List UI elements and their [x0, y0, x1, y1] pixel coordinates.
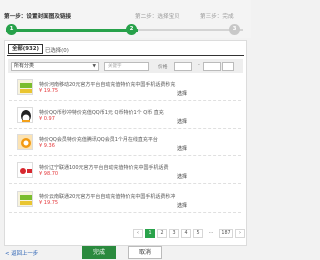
item-price: ¥ 19.75: [39, 88, 59, 94]
search-button[interactable]: [222, 62, 234, 71]
page-ellipsis: ...: [208, 230, 214, 235]
tab-selected[interactable]: 已选择(0): [45, 46, 69, 54]
item-title[interactable]: 特价河南移动20元官方平台自动充值特价充中国手机话费秒充: [39, 81, 175, 88]
list-item: 特价QQ币秒冲特价充值QQ币1元 Q币特价1个 Q币 直充 ¥ 0.97 选择: [9, 105, 241, 129]
item-title[interactable]: 特价QQ币秒冲特价充值QQ币1元 Q币特价1个 Q币 直充: [39, 109, 164, 116]
select-button[interactable]: 选择: [177, 202, 187, 209]
page-2-button[interactable]: 2: [157, 229, 167, 238]
product-thumbnail: [17, 107, 33, 123]
item-title[interactable]: 特价辽宁联通100元官方平台自动充值特价充中国手机话费: [39, 164, 169, 171]
footer-bar: < 返回上一步 完成 取消: [0, 246, 251, 260]
progress-fill: [6, 29, 138, 32]
step-3-label: 第三步：完成: [200, 14, 234, 20]
page-3-button[interactable]: 3: [169, 229, 179, 238]
price-dash: -: [198, 62, 200, 68]
list-item: 特价云南联通20元官方平台自动充值特价充中国手机话费秒冲 ¥ 19.75 选择: [9, 189, 241, 213]
list-item: 特价河南移动20元官方平台自动充值特价充中国手机话费秒充 ¥ 19.75 选择: [9, 77, 241, 101]
product-thumbnail: [17, 191, 33, 207]
item-price: ¥ 0.97: [39, 116, 55, 122]
product-panel: 全部(932) 已选择(0) 所有分类 ▼ 关键字 价格 - 特价河南移动20元…: [4, 40, 247, 246]
item-price: ¥ 98.70: [39, 171, 59, 177]
item-price: ¥ 19.75: [39, 200, 59, 206]
next-page-button[interactable]: ›: [235, 229, 245, 238]
page-4-button[interactable]: 4: [181, 229, 191, 238]
category-select[interactable]: 所有分类 ▼: [11, 62, 99, 71]
done-button[interactable]: 完成: [82, 246, 116, 259]
page-5-button[interactable]: 5: [193, 229, 203, 238]
item-title[interactable]: 特价云南联通20元官方平台自动充值特价充中国手机话费秒冲: [39, 193, 175, 200]
pagination: ‹ 1 2 3 4 5 ... 187 ›: [5, 229, 248, 238]
keyword-input[interactable]: 关键字: [104, 62, 149, 71]
step-1-dot: 1: [6, 24, 17, 35]
price-min-input[interactable]: [174, 62, 192, 71]
price-max-input[interactable]: [203, 62, 221, 71]
price-label: 价格: [158, 65, 168, 70]
product-thumbnail: [17, 162, 33, 178]
step-1-label: 第一步：设置封面图及链接: [4, 14, 72, 20]
select-button[interactable]: 选择: [177, 118, 187, 125]
item-price: ¥ 9.36: [39, 143, 55, 149]
back-link[interactable]: < 返回上一步: [5, 249, 38, 257]
product-thumbnail: [17, 134, 33, 150]
cancel-button[interactable]: 取消: [128, 246, 162, 259]
chevron-down-icon: ▼: [92, 64, 96, 69]
page-1-button[interactable]: 1: [145, 229, 155, 238]
select-button[interactable]: 选择: [177, 90, 187, 97]
tab-divider: [7, 55, 244, 56]
category-value: 所有分类: [14, 63, 35, 69]
list-item: 特价辽宁联通100元官方平台自动充值特价充中国手机话费 ¥ 98.70 选择: [9, 160, 241, 184]
tab-all[interactable]: 全部(932): [8, 44, 43, 54]
page-last-button[interactable]: 187: [219, 229, 233, 238]
select-button[interactable]: 选择: [177, 145, 187, 152]
item-title[interactable]: 特价QQ会员特价充值腾讯QQ会员1个月在线直充平台: [39, 136, 158, 143]
steps-header: 第一步：设置封面图及链接 第二步：选择宝贝 第三步：完成 1 2 3: [0, 0, 251, 38]
step-3-dot: 3: [229, 24, 240, 35]
step-2-label: 第二步：选择宝贝: [135, 14, 180, 20]
select-button[interactable]: 选择: [177, 173, 187, 180]
product-thumbnail: [17, 79, 33, 95]
prev-page-button[interactable]: ‹: [133, 229, 143, 238]
step-2-dot: 2: [126, 24, 137, 35]
list-item: 特价QQ会员特价充值腾讯QQ会员1个月在线直充平台 ¥ 9.36 选择: [9, 132, 241, 156]
filter-bar: 所有分类 ▼ 关键字 价格 -: [8, 59, 243, 73]
